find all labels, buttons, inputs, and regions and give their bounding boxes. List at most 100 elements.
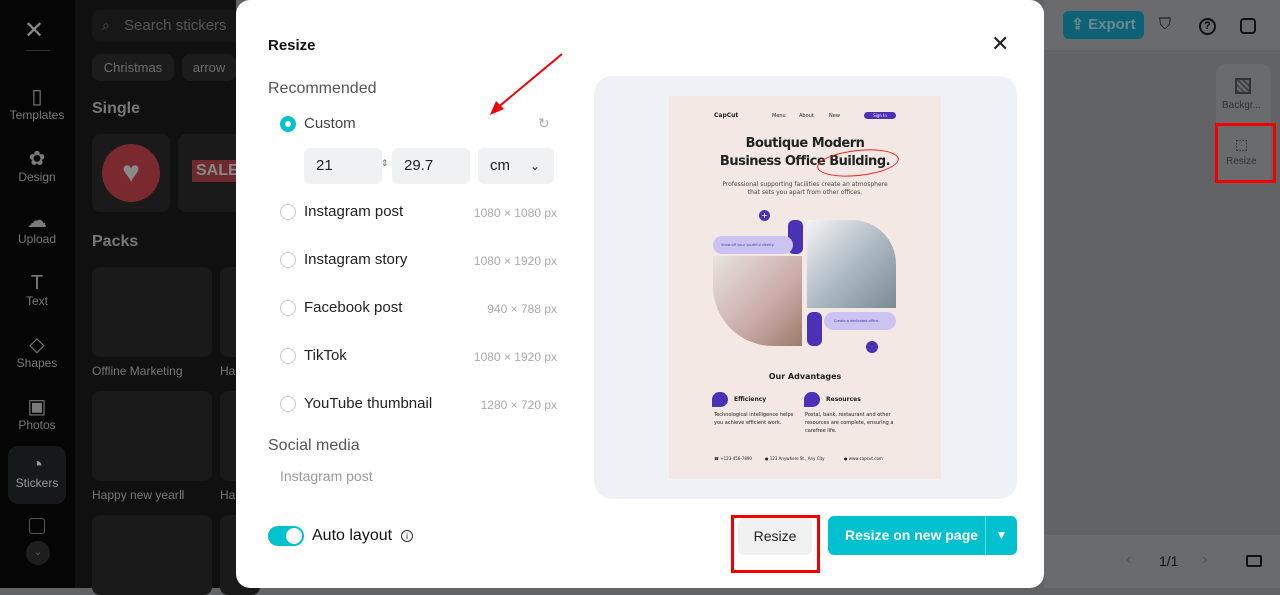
design-icon: ✿ [28,148,46,170]
shapes-icon: ◇ [29,334,45,356]
text-icon: T [30,272,44,294]
pack-label: Happy new yearⅡ [92,488,185,502]
export-label: Export [1088,16,1136,33]
recommended-heading: Recommended [268,80,377,97]
nav-label: Shapes [16,356,58,370]
poster-web-text: www.capcut.com [848,456,883,461]
sticker-heart[interactable]: ♥ [92,134,170,212]
poster-headline: Boutique Modern [745,136,865,151]
unit-select[interactable]: cm ⌄ [478,148,554,184]
next-page-icon[interactable]: › [1202,551,1207,569]
more-app-icon[interactable] [29,518,45,534]
height-input[interactable]: 29.7 [392,148,470,184]
nav-text[interactable]: T Text [8,264,66,322]
pack-happy-new-year[interactable] [92,391,212,481]
poster-nav: Menu [772,113,786,119]
social-item[interactable]: Instagram post [280,468,373,484]
chevron-down-icon[interactable]: ▼ [985,516,1017,555]
radio-instagram-story[interactable] [280,252,296,268]
option-label[interactable]: TikTok [304,347,347,364]
poster-phone: ☎ +123-456-7890 [714,456,752,461]
radio-youtube-thumbnail[interactable] [280,396,296,412]
poster-shape [807,312,822,346]
resources-icon [804,392,820,407]
page-indicator: 1/1 [1159,553,1179,569]
info-icon[interactable]: i [401,530,413,542]
poster-feature-text: Postal, bank, restaurant and other resou… [805,412,894,434]
chip-christmas[interactable]: Christmas [92,54,174,81]
highlight-box [731,515,820,573]
nav-label: Text [25,294,48,308]
expand-chevron-icon[interactable]: ⌄ [26,541,50,565]
custom-label[interactable]: Custom [304,115,356,132]
poster-headline: Business Office Building. [719,154,891,169]
sticker-panel: Search stickers ⌕ Christmas arrow Single… [75,0,260,595]
custom-radio[interactable] [280,116,296,132]
packs-heading: Packs [92,233,139,250]
shield-icon[interactable]: ⛉ [1159,16,1171,34]
poster-photo-building [807,220,896,308]
chip-arrow[interactable]: arrow [182,54,236,81]
option-dims: 1280 × 720 px [480,398,557,412]
poster-nav: New [829,113,840,119]
nav-label: Photos [18,418,56,432]
poster-feature-title: Resources [826,396,861,403]
nav-upload[interactable]: ☁ Upload [8,202,66,260]
nav-stickers[interactable]: ◔ Stickers [8,446,66,504]
option-dims: 1080 × 1080 px [473,206,557,220]
single-heading: Single [92,100,141,117]
radio-facebook-post[interactable] [280,300,296,316]
photos-icon: ▣ [27,396,47,418]
prev-page-icon[interactable]: ‹ [1126,551,1131,569]
design-preview: CapCut Menu About New Sign In Boutique M… [669,96,941,479]
radio-instagram-post[interactable] [280,204,296,220]
background-icon[interactable] [1235,78,1251,94]
option-label[interactable]: YouTube thumbnail [304,395,432,412]
auto-layout-toggle[interactable] [268,526,304,546]
close-icon[interactable]: ✕ [991,31,1009,57]
nav-shapes[interactable]: ◇ Shapes [8,326,66,384]
pack-offline-marketing[interactable] [92,267,212,357]
nav-label: Design [18,170,56,184]
search-input[interactable]: Search stickers [92,10,252,42]
option-label[interactable]: Facebook post [304,299,402,316]
export-icon: ⇪ [1071,16,1089,33]
dialog-title: Resize [268,37,316,54]
efficiency-icon [712,392,728,407]
unit-value: cm [490,157,510,174]
swap-dimensions-icon[interactable]: ⇕ [381,158,389,169]
pack-fireworks[interactable] [92,515,212,595]
poster-nav: About [799,113,814,119]
poster-photo-woman [713,256,802,346]
poster-signin: Sign In [864,112,896,119]
plus-icon: + [759,210,770,221]
bottom-bar: ‹ 1/1 › [1044,535,1280,588]
option-dims: 940 × 788 px [487,302,557,316]
poster-subtitle: Professional supporting facilities creat… [722,181,888,188]
bag-icon[interactable] [1246,555,1262,567]
annotation-arrow [490,53,563,115]
stickers-icon: ◔ [30,454,44,476]
poster-feature-text: Technological intelligence helps you ach… [714,412,794,426]
highlight-box [1215,123,1276,183]
option-dims: 1080 × 1920 px [473,254,557,268]
nav-photos[interactable]: ▣ Photos [8,388,66,446]
option-label[interactable]: Instagram story [304,251,407,268]
width-input[interactable]: 21 [304,148,382,184]
capcut-logo-icon: ✕ [24,17,45,44]
poster-address: ● 123 Anywhere St., Any City [765,456,825,461]
settings-icon[interactable] [1240,18,1256,34]
help-icon[interactable]: ? [1199,18,1216,35]
poster-web: ● www.capcut.com [844,456,883,461]
export-button[interactable]: ⇪ Export [1063,11,1144,39]
background-tool-label[interactable]: Backgr... [1222,100,1261,111]
left-nav: ✕ ▯ Templates ✿ Design ☁ Upload T Text ◇ Shap… [0,0,75,588]
auto-layout-label: Auto layout [312,527,393,544]
radio-tiktok[interactable] [280,348,296,364]
nav-design[interactable]: ✿ Design [8,140,66,198]
poster-bubble: Create a dedicated office. [824,312,896,330]
nav-label: Stickers [15,476,59,490]
poster-subtitle: that sets you apart from other offices. [747,189,863,196]
nav-templates[interactable]: ▯ Templates [8,78,66,136]
option-label[interactable]: Instagram post [304,203,403,220]
